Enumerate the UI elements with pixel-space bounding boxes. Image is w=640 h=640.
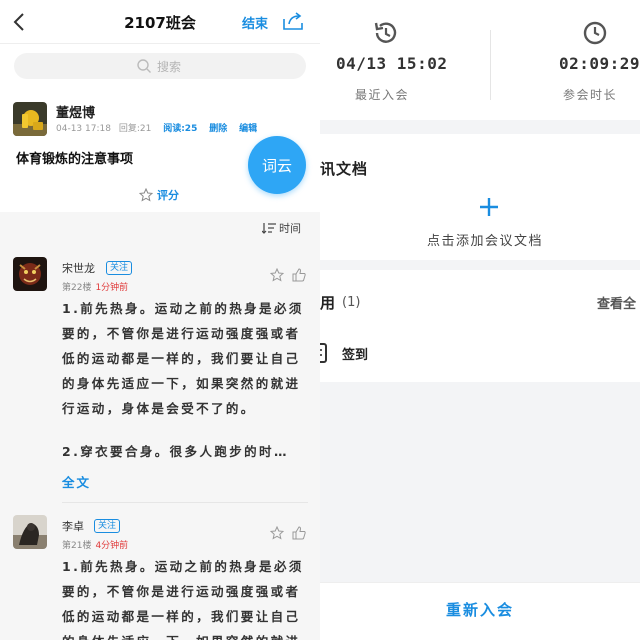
clock-icon <box>583 21 607 45</box>
apps-section: 用 (1) 查看全 签到 <box>320 270 640 382</box>
comment-floor: 第21楼 4分钟前 <box>62 538 128 551</box>
comment-actions <box>270 526 306 540</box>
comment-time: 1分钟前 <box>95 283 129 293</box>
comment-body: 1.前先热身。运动之前的热身是必须要的，不管你是进行运动强度强或者低的运动都是一… <box>62 301 304 416</box>
follow-button[interactable]: 关注 <box>94 519 121 533</box>
comment-time: 4分钟前 <box>95 541 129 551</box>
recent-join-label: 最近入会 <box>355 88 410 102</box>
view-all-link[interactable]: 查看全 <box>597 293 636 312</box>
post-date: 04-13 17:18 <box>56 124 111 134</box>
edit-button[interactable]: 编辑 <box>239 124 257 134</box>
duration-label: 参会时长 <box>563 88 618 102</box>
wordcloud-button[interactable]: 词云 <box>248 136 306 194</box>
meeting-info-panel: 04/13 15:02 最近入会 02:09:29 参会时长 讯文档 点击添加会… <box>320 0 640 640</box>
meeting-stats: 04/13 15:02 最近入会 02:09:29 参会时长 <box>320 0 640 120</box>
comment-actions <box>270 268 306 282</box>
rate-label: 评分 <box>157 189 179 202</box>
avatar[interactable] <box>13 257 47 291</box>
floor-number: 第21楼 <box>62 541 92 551</box>
comment-floor: 第22楼 1分钟前 <box>62 280 128 293</box>
rate-icon[interactable] <box>270 268 284 282</box>
comment-body: 1.前先热身。运动之前的热身是必须要的，不管你是进行运动强度强或者低的运动都是一… <box>62 559 304 640</box>
checkin-app[interactable]: 签到 <box>342 344 368 363</box>
duration-value: 02:09:29 <box>559 54 640 73</box>
rate-icon[interactable] <box>270 526 284 540</box>
post-meta: 04-13 17:18 回复:21 阅读:25 删除 编辑 <box>56 121 262 134</box>
add-document-button[interactable]: 点击添加会议文档 <box>427 230 543 249</box>
search-input[interactable]: 搜索 <box>14 53 306 79</box>
recent-join-value: 04/13 15:02 <box>336 54 448 73</box>
follow-button[interactable]: 关注 <box>106 261 133 275</box>
post-replies: 回复:21 <box>118 124 152 134</box>
page-title: 2107班会 <box>124 14 196 32</box>
meeting-docs-section: 讯文档 点击添加会议文档 <box>320 134 640 260</box>
post-author[interactable]: 董煜博 <box>56 102 95 121</box>
rate-button[interactable]: 评分 <box>139 187 179 203</box>
post-heading: 体育锻炼的注意事项 <box>16 152 134 167</box>
apps-section-title: 用 <box>320 294 336 312</box>
divider <box>62 502 308 503</box>
end-button[interactable]: 结束 <box>242 13 268 32</box>
rejoin-button[interactable]: 重新入会 <box>320 599 640 620</box>
comment-body-continued: 2.穿衣要合身。很多人跑步的时… <box>62 444 289 459</box>
commenter-name[interactable]: 宋世龙 <box>62 260 95 276</box>
top-bar: 2107班会 结束 <box>0 0 320 44</box>
delete-button[interactable]: 删除 <box>209 124 227 134</box>
like-icon[interactable] <box>292 268 306 282</box>
divider <box>490 30 491 100</box>
bottom-bar: 重新入会 <box>320 582 640 640</box>
chat-panel: 2107班会 结束 搜索 董煜博 04-13 17:18 回复:21 阅读:25 <box>0 0 320 640</box>
apps-count: (1) <box>342 295 361 310</box>
rate-icon <box>139 188 153 202</box>
search-icon <box>137 59 151 73</box>
post-reads[interactable]: 阅读:25 <box>163 124 197 134</box>
sort-icon <box>262 223 276 234</box>
checkin-icon <box>320 343 327 363</box>
plus-icon[interactable] <box>478 196 500 218</box>
fulltext-link[interactable]: 全文 <box>62 472 91 491</box>
floor-number: 第22楼 <box>62 283 92 293</box>
sort-label: 时间 <box>279 222 301 235</box>
sort-by-time-button[interactable]: 时间 <box>262 220 301 236</box>
share-icon[interactable] <box>282 11 304 31</box>
history-icon <box>374 22 397 43</box>
search-placeholder: 搜索 <box>157 60 182 74</box>
commenter-name[interactable]: 李卓 <box>62 518 84 534</box>
docs-section-title: 讯文档 <box>320 160 369 178</box>
avatar[interactable] <box>13 102 47 136</box>
like-icon[interactable] <box>292 526 306 540</box>
avatar[interactable] <box>13 515 47 549</box>
